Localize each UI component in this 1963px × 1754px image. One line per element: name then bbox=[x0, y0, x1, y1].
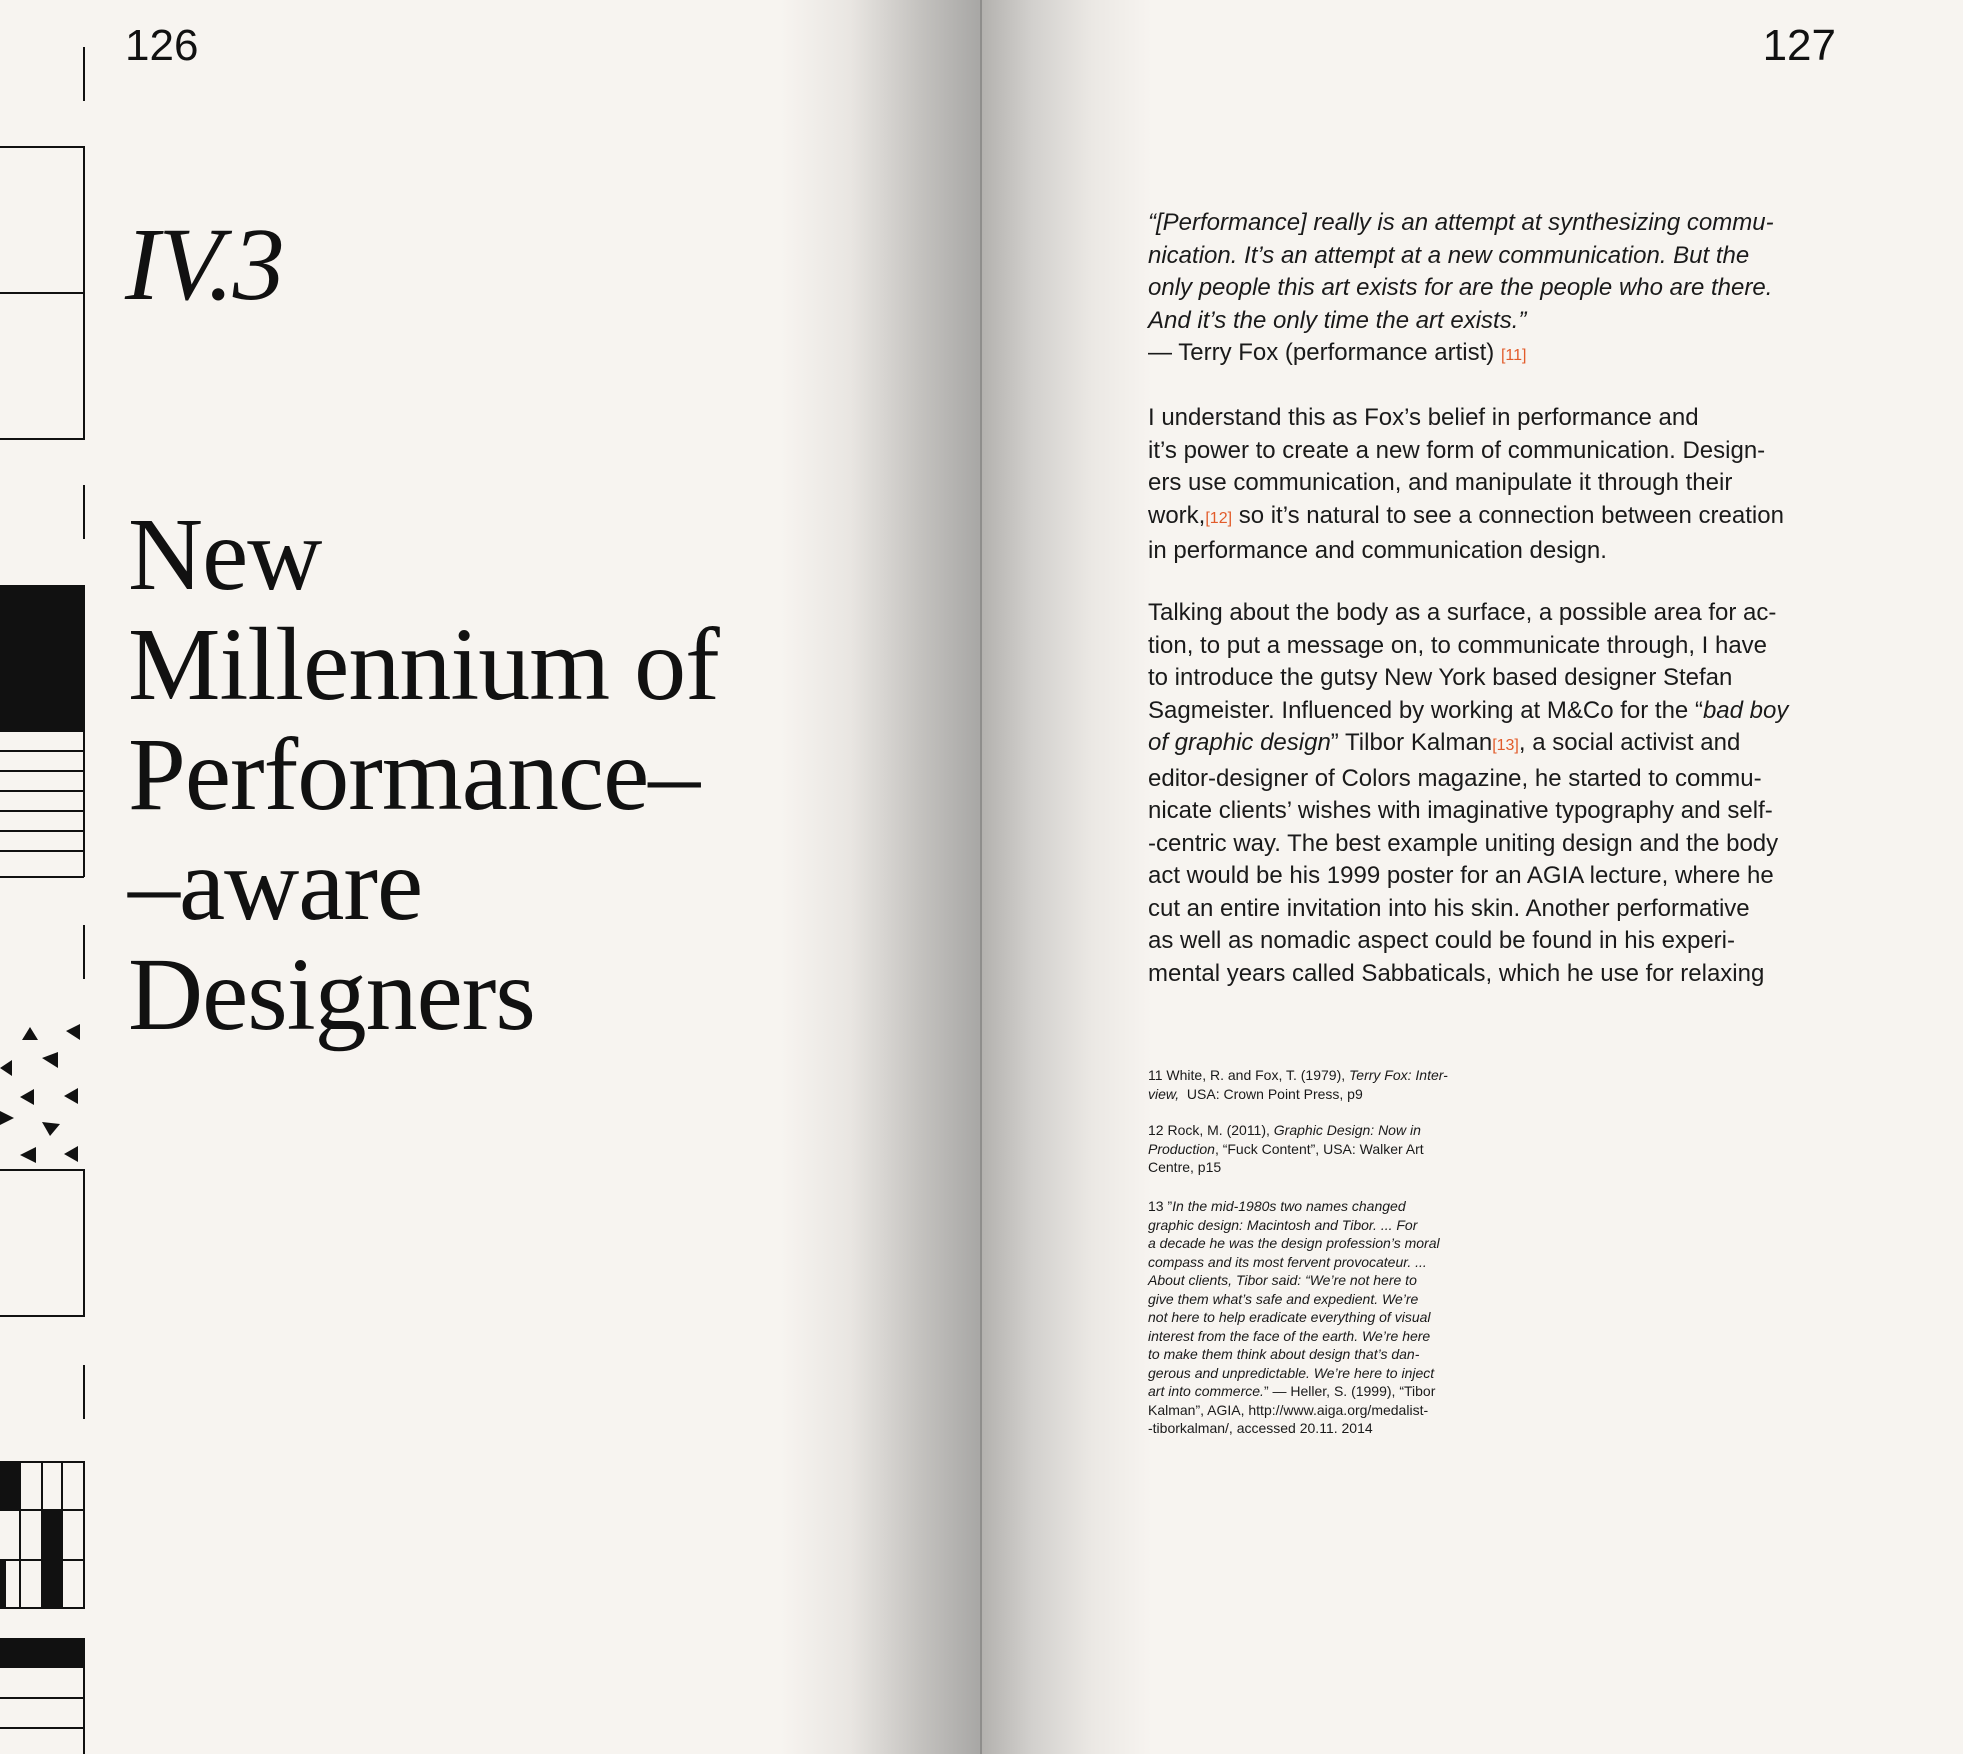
text-run: Sagmeister. Influenced by working at M&C… bbox=[1148, 696, 1703, 724]
footnote-line: About clients, Tibor said: “We’re not he… bbox=[1148, 1271, 1488, 1290]
margin-pattern-strip bbox=[0, 47, 85, 1754]
paragraph-line: nicate clients’ wishes with imaginative … bbox=[1148, 797, 1773, 824]
italic-run: compass and its most fervent provocateur… bbox=[1148, 1253, 1427, 1270]
footnote-line: graphic design: Macintosh and Tibor. ...… bbox=[1148, 1216, 1488, 1235]
paragraph-line: -centric way. The best example uniting d… bbox=[1148, 829, 1779, 857]
paragraph-line: it’s power to create a new form of commu… bbox=[1148, 436, 1766, 464]
attribution-text: — Terry Fox (performance artist) bbox=[1148, 339, 1495, 366]
paragraph-line: cut an entire invitation into his skin. … bbox=[1148, 894, 1750, 922]
chapter-title-line: Designers bbox=[128, 937, 536, 1052]
italic-run: In the mid-1980s two names changed bbox=[1172, 1198, 1406, 1214]
footnote-line: art into commerce.” — Heller, S. (1999),… bbox=[1148, 1382, 1488, 1401]
italic-run: Terry Fox: Inter- bbox=[1349, 1067, 1448, 1083]
text-run: USA: Crown Point Press, p9 bbox=[1179, 1085, 1363, 1102]
paragraph-line: tion, to put a message on, to communicat… bbox=[1148, 631, 1768, 659]
footnote-line: a decade he was the design profession’s … bbox=[1148, 1234, 1488, 1253]
section-number: IV.3 bbox=[125, 207, 285, 322]
body-paragraph: I understand this as Fox’s belief in per… bbox=[1148, 402, 1848, 568]
epigraph-quote: “[Performance] really is an attempt at s… bbox=[1148, 207, 1848, 337]
italic-run: art into commerce. bbox=[1148, 1383, 1264, 1399]
italic-run: view, bbox=[1148, 1085, 1180, 1102]
quote-line: “[Performance] really is an attempt at s… bbox=[1148, 209, 1774, 236]
footnote-line: Kalman”, AGIA, http://www.aiga.org/medal… bbox=[1148, 1401, 1429, 1418]
footnote-reference: [12] bbox=[1205, 509, 1233, 527]
paragraph-line: of graphic design” Tilbor Kalman[13], a … bbox=[1148, 727, 1848, 763]
footnote-12: 12 Rock, M. (2011), Graphic Design: Now … bbox=[1148, 1121, 1488, 1177]
left-page: 126 IV.3 New Millennium of Performance– … bbox=[0, 0, 982, 1754]
italic-run: graphic design: Macintosh and Tibor. ...… bbox=[1148, 1216, 1418, 1233]
chapter-title-line: Millennium of bbox=[128, 607, 720, 722]
text-run: 11 White, R. and Fox, T. (1979), bbox=[1148, 1067, 1350, 1083]
paragraph-line: to introduce the gutsy New York based de… bbox=[1148, 664, 1733, 691]
text-run: so it’s natural to see a connection betw… bbox=[1232, 501, 1784, 529]
italic-run: of graphic design bbox=[1148, 729, 1331, 756]
paragraph-line: I understand this as Fox’s belief in per… bbox=[1148, 404, 1699, 431]
footnote-line: 11 White, R. and Fox, T. (1979), Terry F… bbox=[1148, 1066, 1488, 1085]
italic-run: a decade he was the design profession’s … bbox=[1148, 1235, 1440, 1251]
footnote-reference: [11] bbox=[1500, 347, 1527, 364]
text-run: , “Fuck Content”, USA: Walker Art bbox=[1214, 1140, 1424, 1157]
chapter-title-line: Performance– bbox=[128, 717, 700, 832]
text-run: 13 ” bbox=[1148, 1198, 1173, 1214]
paragraph-line: work,[12] so it’s natural to see a conne… bbox=[1148, 500, 1848, 536]
page-number: 127 bbox=[1762, 21, 1836, 70]
paragraph-line: Sagmeister. Influenced by working at M&C… bbox=[1148, 695, 1848, 728]
page-number: 126 bbox=[125, 21, 199, 70]
text-run: , a social activist and bbox=[1518, 729, 1741, 756]
italic-run: to make them think about design that’s d… bbox=[1148, 1346, 1420, 1362]
footnote-line: view, USA: Crown Point Press, p9 bbox=[1148, 1085, 1488, 1104]
italic-run: gerous and unpredictable. We’re here to … bbox=[1148, 1364, 1435, 1381]
paragraph-line: Talking about the body as a surface, a p… bbox=[1148, 599, 1777, 626]
footnote-13: 13 ”In the mid-1980s two names changed g… bbox=[1148, 1197, 1488, 1438]
italic-run: give them what’s safe and expedient. We’… bbox=[1148, 1290, 1419, 1307]
footnote-line: -tiborkalman/, accessed 20.11. 2014 bbox=[1148, 1420, 1373, 1436]
paragraph-line: ers use communication, and manipulate it… bbox=[1148, 469, 1733, 496]
italic-run: About clients, Tibor said: “We’re not he… bbox=[1148, 1272, 1417, 1288]
footnote-line: gerous and unpredictable. We’re here to … bbox=[1148, 1364, 1488, 1383]
footnote-line: Production, “Fuck Content”, USA: Walker … bbox=[1148, 1140, 1488, 1159]
paragraph-line: mental years called Sabbaticals, which h… bbox=[1148, 959, 1765, 987]
footnote-line: give them what’s safe and expedient. We’… bbox=[1148, 1290, 1488, 1309]
italic-run: bad boy bbox=[1702, 696, 1789, 724]
footnote-line: 13 ”In the mid-1980s two names changed bbox=[1148, 1197, 1488, 1216]
italic-run: interest from the face of the earth. We’… bbox=[1148, 1327, 1431, 1344]
attribution-line: — Terry Fox (performance artist) [11] bbox=[1148, 337, 1848, 373]
paragraph-line: editor-designer of Colors magazine, he s… bbox=[1148, 764, 1762, 792]
quote-line: only people this art exists for are the … bbox=[1148, 274, 1773, 301]
text-run: work, bbox=[1148, 501, 1206, 529]
chapter-title-line: –aware bbox=[128, 827, 423, 942]
footnote-11: 11 White, R. and Fox, T. (1979), Terry F… bbox=[1148, 1066, 1488, 1103]
footnote-line: not here to help eradicate everything of… bbox=[1148, 1308, 1488, 1327]
text-run: 12 Rock, M. (2011), bbox=[1148, 1122, 1274, 1138]
book-gutter bbox=[980, 0, 982, 1754]
italic-run: not here to help eradicate everything of… bbox=[1148, 1309, 1431, 1325]
footnote-line: 12 Rock, M. (2011), Graphic Design: Now … bbox=[1148, 1121, 1488, 1140]
text-run: ” Tilbor Kalman bbox=[1330, 729, 1493, 756]
paragraph-line: in performance and communication design. bbox=[1148, 537, 1607, 564]
italic-run: Graphic Design: Now in bbox=[1273, 1122, 1421, 1138]
footnote-line: compass and its most fervent provocateur… bbox=[1148, 1253, 1488, 1272]
chapter-title-line: New bbox=[128, 497, 322, 612]
italic-run: Production bbox=[1148, 1140, 1215, 1157]
footnote-line: to make them think about design that’s d… bbox=[1148, 1345, 1488, 1364]
paragraph-line: as well as nomadic aspect could be found… bbox=[1148, 927, 1735, 954]
footnote-line: Centre, p15 bbox=[1148, 1159, 1222, 1175]
paragraph-line: act would be his 1999 poster for an AGIA… bbox=[1148, 862, 1774, 889]
quote-attribution: — Terry Fox (performance artist) [11] bbox=[1148, 337, 1848, 373]
chapter-title: New Millennium of Performance– –aware De… bbox=[128, 497, 720, 1052]
body-paragraph: Talking about the body as a surface, a p… bbox=[1148, 597, 1848, 990]
footnote-line: interest from the face of the earth. We’… bbox=[1148, 1327, 1488, 1346]
quote-line: And it’s the only time the art exists.” bbox=[1148, 306, 1527, 334]
quote-line: nication. It’s an attempt at a new commu… bbox=[1148, 241, 1750, 269]
footnote-reference: [13] bbox=[1492, 737, 1519, 754]
text-run: ” — Heller, S. (1999), “Tibor bbox=[1263, 1383, 1436, 1399]
